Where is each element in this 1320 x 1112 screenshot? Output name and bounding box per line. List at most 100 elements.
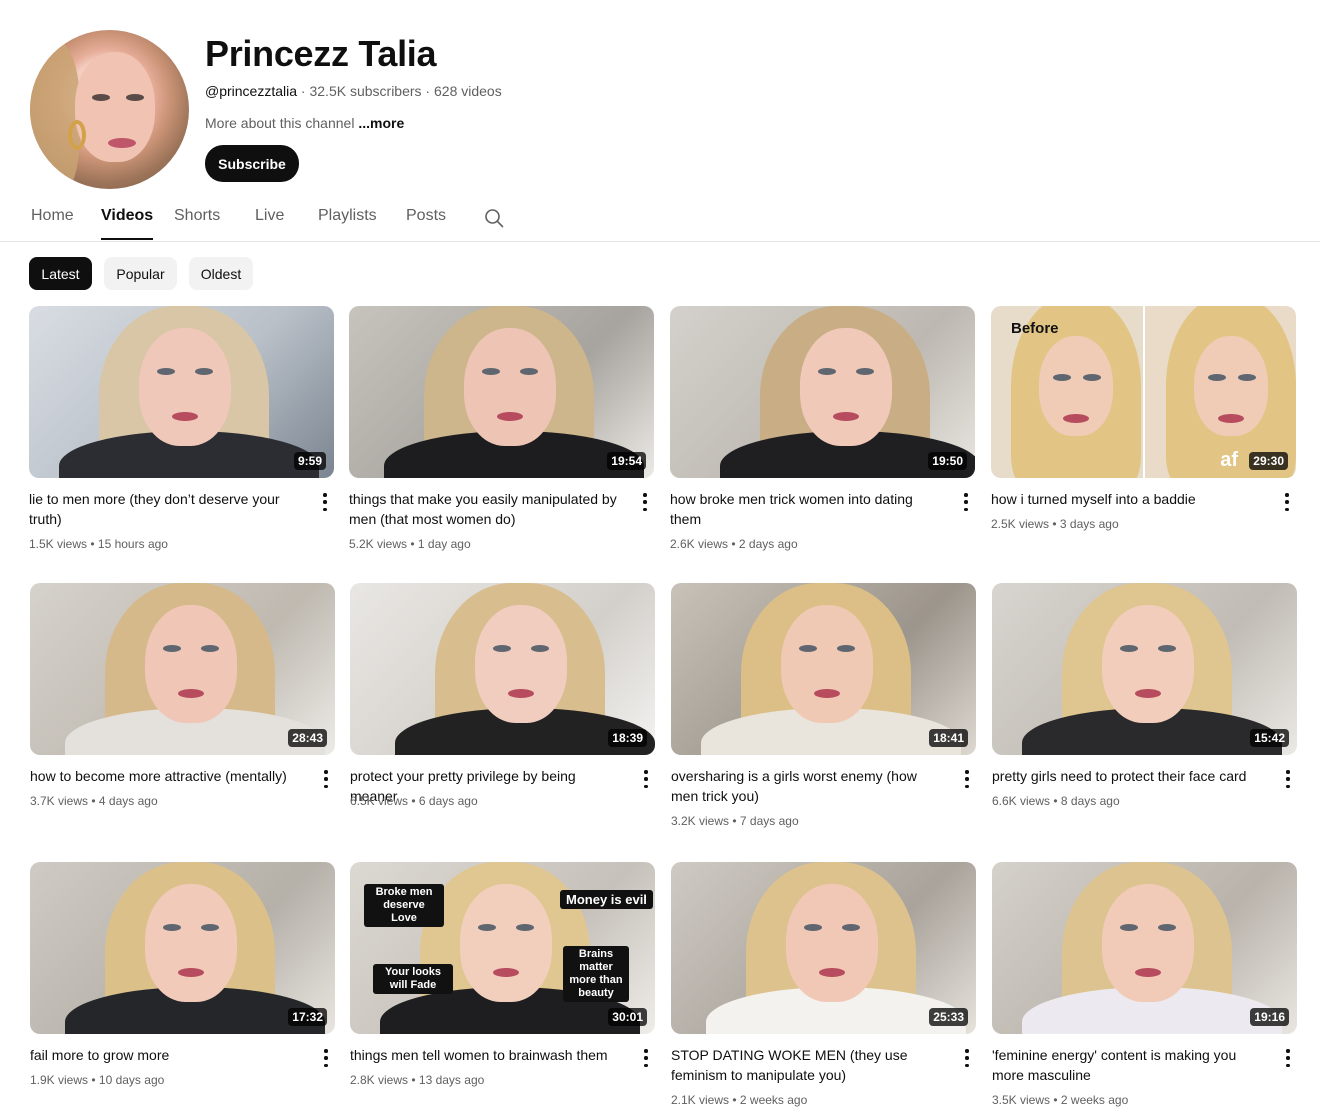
thumbnail-lips — [833, 412, 859, 421]
menu-dot — [1286, 1056, 1290, 1060]
chip-latest[interactable]: Latest — [29, 257, 92, 290]
tab-playlists[interactable]: Playlists — [318, 207, 377, 225]
video-duration: 30:01 — [608, 1008, 647, 1026]
video-card[interactable]: 19:16 'feminine energy' content is making… — [992, 862, 1297, 1107]
video-thumbnail[interactable]: Broke men deserve Love Money is evil Your … — [350, 862, 655, 1034]
video-card[interactable]: 18:41 oversharing is a girls worst enemy … — [671, 583, 976, 828]
more-options-icon[interactable] — [1281, 493, 1293, 511]
stats-separator: • — [1050, 794, 1061, 808]
video-card[interactable]: Before af 29:30 how i turned myself into a … — [991, 306, 1296, 531]
menu-dot — [1285, 493, 1289, 497]
video-title[interactable]: pretty girls need to protect their face … — [992, 766, 1262, 786]
video-duration: 17:32 — [288, 1008, 327, 1026]
more-options-icon[interactable] — [640, 1049, 652, 1067]
more-options-icon[interactable] — [1282, 1049, 1294, 1067]
more-options-icon[interactable] — [639, 493, 651, 511]
tab-videos[interactable]: Videos — [101, 207, 154, 240]
view-count: 1.5K views — [29, 537, 88, 551]
menu-dot — [1285, 500, 1289, 504]
thumbnail-face — [1102, 884, 1194, 1002]
channel-avatar[interactable] — [30, 30, 189, 189]
stats-separator: • — [407, 537, 418, 551]
video-card[interactable]: 19:54 things that make you easily manipul… — [349, 306, 654, 551]
tab-live[interactable]: Live — [255, 207, 284, 225]
thumbnail-eye — [201, 645, 219, 652]
video-thumbnail[interactable]: 25:33 — [671, 862, 976, 1034]
thumbnail-overlay-text: Broke men deserve Love — [364, 884, 444, 927]
thumbnail-eye — [1238, 374, 1256, 381]
more-options-icon[interactable] — [961, 1049, 973, 1067]
video-thumbnail[interactable]: 28:43 — [30, 583, 335, 755]
video-title[interactable]: things that make you easily manipulated … — [349, 489, 619, 529]
video-title[interactable]: 'feminine energy' content is making you … — [992, 1045, 1262, 1085]
video-title[interactable]: oversharing is a girls worst enemy (how … — [671, 766, 941, 806]
more-options-icon[interactable] — [319, 493, 331, 511]
thumbnail-overlay-text: Brains matter more than beauty — [563, 946, 629, 1002]
menu-dot — [1286, 777, 1290, 781]
subscribe-button[interactable]: Subscribe — [205, 145, 299, 182]
video-title[interactable]: how i turned myself into a baddie — [991, 489, 1261, 509]
video-stats: 5.2K views • 1 day ago — [349, 537, 471, 551]
menu-dot — [1286, 784, 1290, 788]
menu-dot — [965, 1063, 969, 1067]
stats-separator: • — [1049, 517, 1060, 531]
thumbnail-lips — [1135, 689, 1161, 698]
video-thumbnail[interactable]: 17:32 — [30, 862, 335, 1034]
video-stats: 3.7K views • 4 days ago — [30, 794, 158, 808]
tab-shorts[interactable]: Shorts — [174, 207, 220, 225]
menu-dot — [644, 1049, 648, 1053]
video-title[interactable]: fail more to grow more — [30, 1045, 300, 1065]
video-card[interactable]: 9:59 lie to men more (they don’t deserve … — [29, 306, 334, 551]
view-count: 2.8K views — [350, 1073, 409, 1087]
video-thumbnail[interactable]: 15:42 — [992, 583, 1297, 755]
more-options-icon[interactable] — [320, 1049, 332, 1067]
video-thumbnail[interactable]: 9:59 — [29, 306, 334, 478]
video-title[interactable]: how to become more attractive (mentally) — [30, 766, 300, 786]
video-title[interactable]: things men tell women to brainwash them — [350, 1045, 620, 1065]
menu-dot — [324, 1049, 328, 1053]
video-card[interactable]: 15:42 pretty girls need to protect their … — [992, 583, 1297, 808]
video-thumbnail[interactable]: 18:41 — [671, 583, 976, 755]
search-icon[interactable] — [484, 208, 504, 228]
channel-about[interactable]: More about this channel ...more — [205, 115, 404, 131]
thumbnail-lips — [819, 968, 845, 977]
video-title[interactable]: STOP DATING WOKE MEN (they use feminism … — [671, 1045, 941, 1085]
video-card[interactable]: 25:33 STOP DATING WOKE MEN (they use femi… — [671, 862, 976, 1107]
view-count: 1.9K views — [30, 1073, 89, 1087]
chip-oldest[interactable]: Oldest — [189, 257, 253, 290]
video-title[interactable]: lie to men more (they don’t deserve your… — [29, 489, 299, 529]
more-options-icon[interactable] — [960, 493, 972, 511]
menu-dot — [965, 770, 969, 774]
thumbnail-lips — [814, 689, 840, 698]
thumbnail-lips — [1135, 968, 1161, 977]
stats-separator: • — [728, 537, 739, 551]
video-thumbnail[interactable]: 19:16 — [992, 862, 1297, 1034]
video-thumbnail[interactable]: 18:39 — [350, 583, 655, 755]
menu-dot — [1286, 1063, 1290, 1067]
thumbnail-eye — [804, 924, 822, 931]
thumbnail-eye — [516, 924, 534, 931]
more-options-icon[interactable] — [640, 770, 652, 788]
more-options-icon[interactable] — [961, 770, 973, 788]
about-more-link[interactable]: ...more — [358, 115, 404, 131]
tab-home[interactable]: Home — [31, 207, 74, 225]
video-card[interactable]: 18:39 protect your pretty privilege by be… — [350, 583, 655, 808]
video-thumbnail[interactable]: Before af 29:30 — [991, 306, 1296, 478]
thumbnail-eye — [1120, 924, 1138, 931]
chip-popular[interactable]: Popular — [104, 257, 177, 290]
more-options-icon[interactable] — [320, 770, 332, 788]
video-stats: 2.5K views • 3 days ago — [991, 517, 1119, 531]
video-thumbnail[interactable]: 19:54 — [349, 306, 654, 478]
video-stats: 2.1K views • 2 weeks ago — [671, 1093, 807, 1107]
video-title[interactable]: how broke men trick women into dating th… — [670, 489, 940, 529]
video-card[interactable]: 28:43 how to become more attractive (ment… — [30, 583, 335, 808]
video-duration: 9:59 — [293, 452, 326, 470]
tab-posts[interactable]: Posts — [406, 207, 446, 225]
video-card[interactable]: 17:32 fail more to grow more 1.9K views • … — [30, 862, 335, 1087]
video-thumbnail[interactable]: 19:50 — [670, 306, 975, 478]
meta-separator: · — [421, 83, 434, 99]
video-card[interactable]: 19:50 how broke men trick women into dati… — [670, 306, 975, 551]
view-count: 6.6K views — [992, 794, 1051, 808]
video-card[interactable]: Broke men deserve Love Money is evil Your … — [350, 862, 655, 1087]
more-options-icon[interactable] — [1282, 770, 1294, 788]
